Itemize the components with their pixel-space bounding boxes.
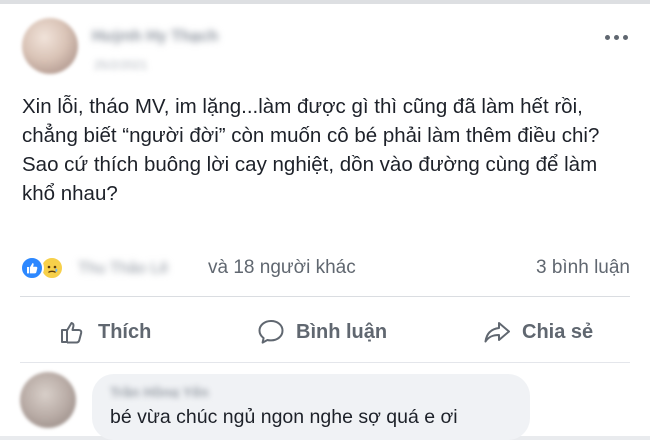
share-button[interactable]: Chia sẻ — [482, 312, 593, 352]
share-label: Chia sẻ — [522, 320, 594, 343]
others-reacted-link[interactable]: và 18 người khác — [208, 257, 356, 279]
commenter-name[interactable]: Trần Hồng Yến — [110, 384, 256, 398]
author-avatar[interactable] — [22, 18, 78, 74]
share-icon — [482, 317, 512, 347]
thumbs-up-icon — [58, 317, 88, 347]
comment-text: bé vừa chúc ngủ ngon nghe sợ quá e ơi — [110, 406, 458, 428]
post-text: Xin lỗi, tháo MV, im lặng...làm được gì … — [22, 92, 632, 208]
more-icon[interactable] — [602, 28, 630, 46]
post-text-line: Xin lỗi, tháo MV, im lặng...làm được gì … — [22, 95, 600, 147]
divider — [20, 296, 630, 297]
comment-button[interactable]: Bình luận — [256, 312, 387, 352]
like-label: Thích — [98, 320, 152, 343]
like-button[interactable]: Thích — [58, 312, 151, 352]
top-divider — [0, 0, 650, 4]
post-card: Huỳnh Hy Thạch 25/2/2021 Xin lỗi, tháo M… — [0, 0, 650, 440]
reactions-summary: Thu Thảo Lê và 18 người khác 3 bình luận — [20, 254, 630, 284]
like-icon[interactable] — [20, 256, 44, 280]
comment-icon — [256, 317, 286, 347]
reactor-name[interactable]: Thu Thảo Lê — [78, 260, 222, 276]
comment-label: Bình luận — [296, 320, 388, 343]
author-name[interactable]: Huỳnh Hy Thạch — [92, 28, 270, 44]
comment-bubble: Trần Hồng Yến bé vừa chúc ngủ ngon nghe … — [92, 374, 530, 440]
commenter-avatar[interactable] — [20, 372, 76, 428]
comment-count-link[interactable]: 3 bình luận — [536, 257, 630, 279]
divider — [20, 362, 630, 363]
post-text-line: Sao cứ thích buông lời cay nghiệt, dồn v… — [22, 153, 598, 205]
post-timestamp[interactable]: 25/2/2021 — [94, 58, 202, 70]
